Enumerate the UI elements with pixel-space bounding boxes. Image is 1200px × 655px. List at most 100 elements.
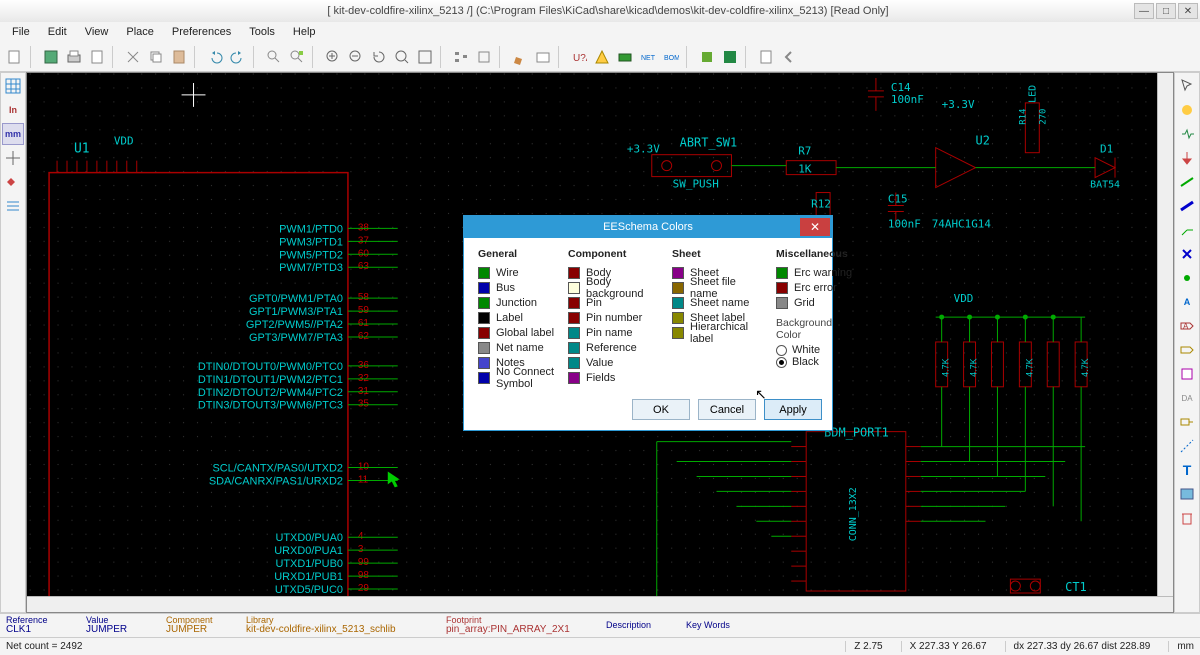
color-swatch — [478, 357, 490, 369]
color-option[interactable]: Hierarchical label — [672, 325, 764, 340]
place-noconnect-icon[interactable] — [1176, 243, 1198, 265]
bom-icon[interactable]: BOM — [660, 46, 682, 68]
color-option[interactable]: Global label — [478, 325, 556, 340]
cvpcb-icon[interactable] — [614, 46, 636, 68]
color-option[interactable]: Erc warning — [776, 265, 854, 280]
color-option[interactable]: Net name — [478, 340, 556, 355]
find-icon[interactable] — [263, 46, 285, 68]
color-option[interactable]: Wire — [478, 265, 556, 280]
netlist-icon[interactable]: NET — [637, 46, 659, 68]
place-junction-icon[interactable] — [1176, 267, 1198, 289]
menu-edit[interactable]: Edit — [40, 25, 75, 39]
place-image-icon[interactable] — [1176, 483, 1198, 505]
color-option[interactable]: Pin number — [568, 310, 660, 325]
place-bus-icon[interactable] — [1176, 195, 1198, 217]
delete-icon[interactable] — [1176, 507, 1198, 529]
menu-view[interactable]: View — [77, 25, 117, 39]
color-option[interactable]: Erc error — [776, 280, 854, 295]
color-option[interactable]: No Connect Symbol — [478, 370, 556, 385]
svg-text:58: 58 — [358, 292, 370, 303]
print-icon[interactable] — [63, 46, 85, 68]
cancel-button[interactable]: Cancel — [698, 399, 756, 420]
place-text-icon[interactable]: T — [1176, 459, 1198, 481]
color-option[interactable]: Sheet file name — [672, 280, 764, 295]
place-component-icon[interactable] — [1176, 123, 1198, 145]
units-in-icon[interactable]: In — [2, 99, 24, 121]
import-hier-icon[interactable]: DA — [1176, 387, 1198, 409]
svg-text:59: 59 — [358, 305, 370, 316]
apply-button[interactable]: Apply — [764, 399, 822, 420]
vertical-scrollbar[interactable] — [1157, 73, 1173, 596]
leave-sheet-icon[interactable] — [473, 46, 495, 68]
place-bus-entry-icon[interactable] — [1176, 219, 1198, 241]
minimize-button[interactable]: — — [1134, 3, 1154, 19]
place-hier-label-icon[interactable] — [1176, 339, 1198, 361]
undo-icon[interactable] — [204, 46, 226, 68]
color-swatch — [568, 312, 580, 324]
menu-tools[interactable]: Tools — [241, 25, 283, 39]
svg-text:4.7K: 4.7K — [941, 358, 951, 376]
hidden-pins-icon[interactable] — [2, 171, 24, 193]
bg-radio[interactable]: White — [776, 344, 854, 356]
zoom-in-icon[interactable] — [322, 46, 344, 68]
zoom-auto-icon[interactable] — [414, 46, 436, 68]
annotate-icon[interactable]: U?A — [568, 46, 590, 68]
dialog-close-button[interactable]: ✕ — [800, 218, 830, 236]
zoom-refresh-icon[interactable] — [368, 46, 390, 68]
place-power-icon[interactable] — [1176, 147, 1198, 169]
color-option[interactable]: Value — [568, 355, 660, 370]
column-sheet: Sheet SheetSheet file nameSheet nameShee… — [672, 248, 764, 385]
back-icon[interactable] — [778, 46, 800, 68]
grid-toggle-icon[interactable] — [2, 75, 24, 97]
place-wire-icon[interactable] — [1176, 171, 1198, 193]
redo-icon[interactable] — [227, 46, 249, 68]
lib-edit-icon[interactable] — [509, 46, 531, 68]
color-option[interactable]: Body background — [568, 280, 660, 295]
menu-help[interactable]: Help — [285, 25, 324, 39]
bg-radio[interactable]: Black — [776, 356, 854, 368]
erc-icon[interactable] — [591, 46, 613, 68]
place-sheet-icon[interactable] — [1176, 363, 1198, 385]
horizontal-scrollbar[interactable] — [27, 596, 1173, 612]
menu-place[interactable]: Place — [118, 25, 162, 39]
color-option[interactable]: Reference — [568, 340, 660, 355]
dialog-title-bar[interactable]: EESchema Colors ✕ — [464, 216, 832, 238]
menu-preferences[interactable]: Preferences — [164, 25, 239, 39]
svg-text:UTXD0/PUA0: UTXD0/PUA0 — [275, 532, 342, 544]
save-icon[interactable] — [40, 46, 62, 68]
cut-icon[interactable] — [122, 46, 144, 68]
select-tool-icon[interactable] — [1176, 75, 1198, 97]
lib-browse-icon[interactable] — [532, 46, 554, 68]
footprint-icon[interactable] — [696, 46, 718, 68]
color-option[interactable]: Bus — [478, 280, 556, 295]
cursor-shape-icon[interactable] — [2, 147, 24, 169]
highlight-net-icon[interactable] — [1176, 99, 1198, 121]
units-mm-icon[interactable]: mm — [2, 123, 24, 145]
paste-icon[interactable] — [168, 46, 190, 68]
color-option[interactable]: Fields — [568, 370, 660, 385]
svg-text:NET: NET — [641, 55, 656, 62]
zoom-fit-icon[interactable] — [391, 46, 413, 68]
place-label-icon[interactable]: A — [1176, 291, 1198, 313]
maximize-button[interactable]: □ — [1156, 3, 1176, 19]
zoom-out-icon[interactable] — [345, 46, 367, 68]
color-option[interactable]: Label — [478, 310, 556, 325]
copy-icon[interactable] — [145, 46, 167, 68]
import-icon[interactable] — [755, 46, 777, 68]
close-button[interactable]: ✕ — [1178, 3, 1198, 19]
page-icon[interactable] — [86, 46, 108, 68]
new-icon[interactable] — [4, 46, 26, 68]
menu-file[interactable]: File — [4, 25, 38, 39]
replace-icon[interactable] — [286, 46, 308, 68]
lines-mode-icon[interactable] — [2, 195, 24, 217]
place-graphic-line-icon[interactable] — [1176, 435, 1198, 457]
ok-button[interactable]: OK — [632, 399, 690, 420]
place-global-label-icon[interactable]: A — [1176, 315, 1198, 337]
color-option[interactable]: Grid — [776, 295, 854, 310]
color-option[interactable]: Junction — [478, 295, 556, 310]
svg-text:C15: C15 — [888, 193, 908, 206]
color-option[interactable]: Pin name — [568, 325, 660, 340]
hierarchy-icon[interactable] — [450, 46, 472, 68]
place-hier-pin-icon[interactable] — [1176, 411, 1198, 433]
pcb-icon[interactable] — [719, 46, 741, 68]
